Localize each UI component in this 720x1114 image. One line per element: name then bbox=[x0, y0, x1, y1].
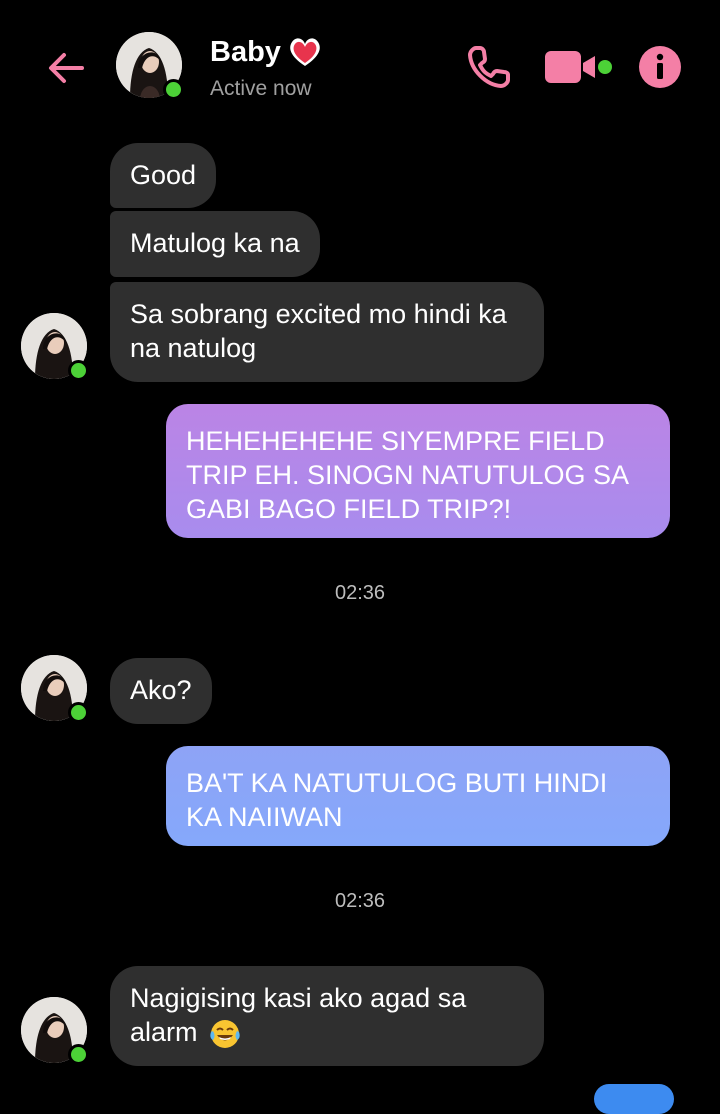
message-text: Nagigising kasi ako agad sa alarm bbox=[130, 983, 467, 1047]
incoming-message[interactable]: Sa sobrang excited mo hindi ka na natulo… bbox=[110, 282, 544, 382]
laughing-tears-emoji-icon bbox=[209, 1018, 241, 1050]
timestamp: 02:36 bbox=[334, 582, 386, 604]
contact-name: Baby bbox=[210, 36, 281, 68]
contact-avatar[interactable] bbox=[21, 997, 89, 1065]
next-message-peek bbox=[594, 1084, 674, 1114]
online-indicator bbox=[68, 1044, 89, 1065]
incoming-message[interactable]: Nagigising kasi ako agad sa alarm bbox=[110, 966, 544, 1066]
online-indicator bbox=[68, 702, 89, 723]
online-indicator bbox=[163, 79, 184, 100]
chat-header: Baby Active now bbox=[0, 0, 720, 130]
incoming-message[interactable]: Ako? bbox=[110, 658, 212, 724]
outgoing-message[interactable]: HEHEHEHEHE SIYEMPRE FIELD TRIP EH. SINOG… bbox=[166, 404, 670, 538]
info-button[interactable] bbox=[638, 45, 682, 89]
incoming-message[interactable]: Matulog ka na bbox=[110, 211, 320, 277]
online-indicator bbox=[68, 360, 89, 381]
outgoing-message[interactable]: BA'T KA NATUTULOG BUTI HINDI KA NAIIWAN bbox=[166, 746, 670, 846]
phone-icon bbox=[468, 46, 510, 88]
contact-status: Active now bbox=[210, 77, 312, 100]
call-button[interactable] bbox=[466, 44, 512, 90]
timestamp: 02:36 bbox=[334, 890, 386, 912]
video-camera-icon bbox=[545, 51, 612, 83]
contact-avatar[interactable] bbox=[21, 313, 89, 381]
incoming-message[interactable]: Good bbox=[110, 143, 217, 208]
info-icon bbox=[639, 46, 681, 88]
heart-emoji-icon bbox=[288, 36, 322, 68]
contact-avatar[interactable] bbox=[116, 32, 184, 100]
back-arrow-icon bbox=[49, 53, 84, 83]
contact-avatar[interactable] bbox=[21, 655, 89, 723]
back-button[interactable] bbox=[44, 46, 88, 90]
video-call-button[interactable] bbox=[543, 48, 615, 86]
